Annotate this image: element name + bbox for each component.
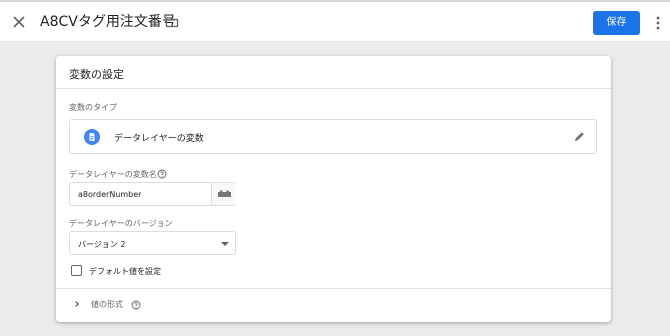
variable-name-input[interactable]: a8orderNumber [69,182,236,206]
variable-picker-button[interactable] [211,183,236,205]
variable-type-selector[interactable]: データレイヤーの変数 [69,119,597,154]
variable-type-name: データレイヤーの変数 [114,134,204,144]
card-title: 変数の設定 [69,68,124,81]
version-select[interactable]: バージョン 2 [69,231,236,255]
close-icon[interactable] [10,13,28,31]
page-title[interactable]: A8CVタグ用注文番号 [40,13,176,31]
chevron-right-icon [75,301,80,307]
value-format-label: 値の形式 [91,300,123,309]
variable-name-value: a8orderNumber [78,190,142,199]
divider [56,288,611,289]
help-icon[interactable] [131,300,141,310]
help-icon[interactable] [157,169,167,179]
save-button[interactable]: 保存 [593,11,640,35]
version-select-value: バージョン 2 [78,240,126,249]
card-header: 変数の設定 [56,56,611,89]
default-value-label[interactable]: デフォルト値を設定 [89,266,161,277]
top-bar: A8CVタグ用注文番号 保存 [0,0,670,42]
folder-icon[interactable] [165,15,179,29]
variable-type-icon [84,129,100,145]
edit-icon[interactable] [573,130,586,143]
variable-config-card: 変数の設定 変数のタイプ データレイヤーの変数 データレイヤーの変数名 a8or… [56,56,611,322]
value-format-expander[interactable]: 値の形式 [69,296,269,314]
variable-type-label: 変数のタイプ [69,103,117,112]
variable-name-label: データレイヤーの変数名 [69,170,157,179]
version-label: データレイヤーのバージョン [69,219,173,228]
more-vert-icon[interactable] [654,14,662,32]
dropdown-caret-icon [221,242,229,246]
variable-picker-icon [218,190,231,197]
default-value-checkbox[interactable] [71,265,82,276]
